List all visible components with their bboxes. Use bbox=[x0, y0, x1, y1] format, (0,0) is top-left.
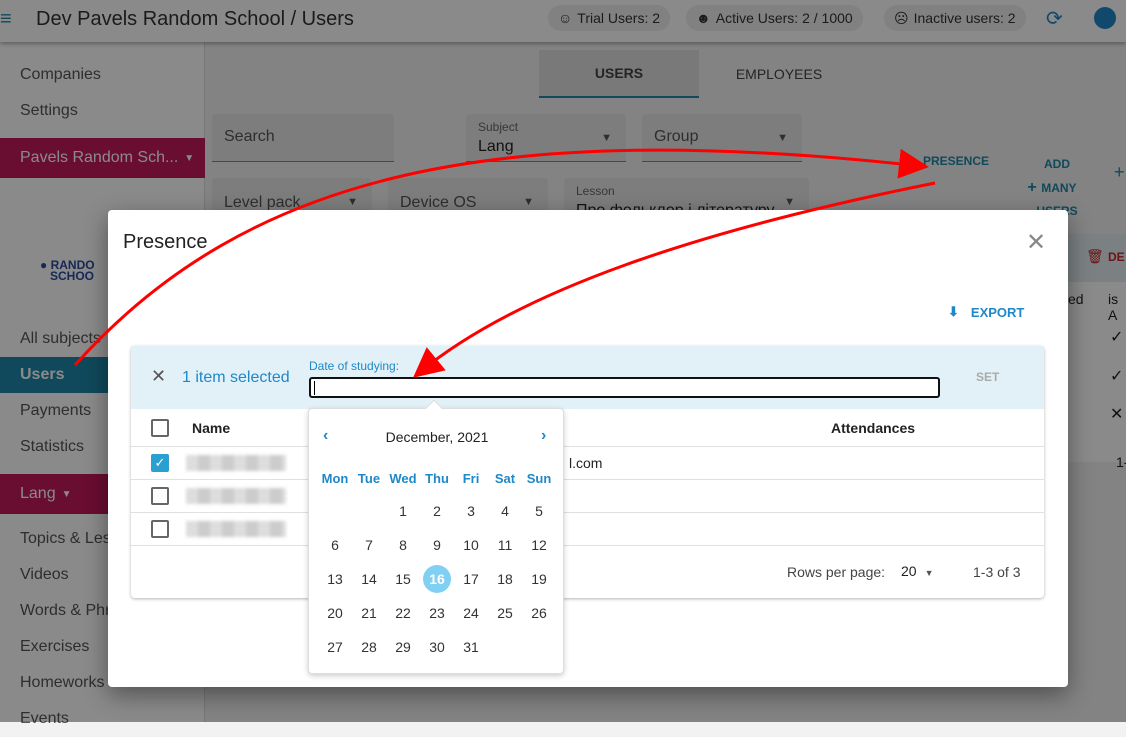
next-month-icon[interactable]: › bbox=[541, 427, 546, 445]
weekday-label: Wed bbox=[389, 471, 417, 486]
calendar-day[interactable]: 13 bbox=[321, 565, 349, 593]
table-row[interactable]: ✓ l.com bbox=[131, 446, 1044, 479]
selected-count: 1 item selected bbox=[182, 369, 290, 386]
date-label: Date of studying: bbox=[309, 359, 400, 373]
caret-down-icon: ▼ bbox=[924, 568, 934, 578]
calendar-day[interactable]: 24 bbox=[457, 599, 485, 627]
pagination-range: 1-3 of 3 bbox=[973, 564, 1021, 580]
calendar-day[interactable]: 20 bbox=[321, 599, 349, 627]
calendar-day[interactable]: 28 bbox=[355, 633, 383, 661]
calendar-day[interactable]: 8 bbox=[389, 531, 417, 559]
table-row[interactable] bbox=[131, 512, 1044, 545]
calendar-day[interactable]: 22 bbox=[389, 599, 417, 627]
calendar-day[interactable]: 7 bbox=[355, 531, 383, 559]
weekday-label: Fri bbox=[462, 471, 480, 486]
calendar-day[interactable]: 4 bbox=[491, 497, 519, 525]
calendar-day[interactable]: 12 bbox=[525, 531, 553, 559]
presence-dialog: Presence ✕ ⬇ EXPORT ✕ 1 item selected Dat… bbox=[108, 210, 1068, 687]
weekday-label: Mon bbox=[321, 471, 349, 486]
calendar-day[interactable]: 26 bbox=[525, 599, 553, 627]
calendar-day[interactable]: 5 bbox=[525, 497, 553, 525]
column-name: Name bbox=[192, 420, 231, 436]
download-icon: ⬇ bbox=[948, 304, 959, 319]
calendar-day[interactable]: 18 bbox=[491, 565, 519, 593]
weekday-label: Thu bbox=[425, 471, 449, 486]
table-row[interactable] bbox=[131, 479, 1044, 512]
set-button[interactable]: SET bbox=[976, 370, 999, 384]
column-attendances: Attendances bbox=[831, 420, 916, 436]
selection-toolbar: ✕ 1 item selected Date of studying: SET bbox=[131, 346, 1044, 409]
users-table-card: ✕ 1 item selected Date of studying: SET … bbox=[131, 346, 1044, 598]
calendar-day[interactable]: 15 bbox=[389, 565, 417, 593]
date-value bbox=[314, 381, 315, 395]
calendar-day[interactable]: 11 bbox=[491, 531, 519, 559]
calendar-day[interactable]: 10 bbox=[457, 531, 485, 559]
table-footer: Rows per page: 20 ▼ 1-3 of 3 bbox=[131, 545, 1044, 598]
row-checkbox[interactable] bbox=[151, 487, 169, 505]
table-header: Name Attendances bbox=[131, 409, 1044, 446]
weekday-label: Tue bbox=[357, 471, 381, 486]
blurred-name bbox=[186, 521, 286, 537]
calendar-day[interactable]: 31 bbox=[457, 633, 485, 661]
calendar-day[interactable]: 9 bbox=[423, 531, 451, 559]
calendar-day[interactable]: 1 bbox=[389, 497, 417, 525]
calendar-day[interactable]: 14 bbox=[355, 565, 383, 593]
month-label: December, 2021 bbox=[385, 429, 489, 445]
calendar-day[interactable]: 23 bbox=[423, 599, 451, 627]
row-checkbox[interactable] bbox=[151, 520, 169, 538]
calendar-day[interactable]: 25 bbox=[491, 599, 519, 627]
calendar-day[interactable]: 21 bbox=[355, 599, 383, 627]
calendar-day[interactable]: 6 bbox=[321, 531, 349, 559]
clear-selection-icon[interactable]: ✕ bbox=[151, 366, 166, 387]
weekday-label: Sun bbox=[526, 471, 552, 486]
select-all-checkbox[interactable] bbox=[151, 419, 169, 437]
calendar-day[interactable]: 17 bbox=[457, 565, 485, 593]
calendar-day[interactable]: 3 bbox=[457, 497, 485, 525]
calendar-day[interactable]: 29 bbox=[389, 633, 417, 661]
blurred-name bbox=[186, 455, 286, 471]
date-picker: ‹ December, 2021 › Mon Tue Wed Thu Fri Sat Sun… bbox=[308, 399, 564, 674]
blurred-name bbox=[186, 488, 286, 504]
export-button[interactable]: ⬇ EXPORT bbox=[948, 304, 1024, 320]
calendar-day[interactable]: 27 bbox=[321, 633, 349, 661]
close-icon[interactable]: ✕ bbox=[1026, 228, 1046, 257]
rows-per-page-value: 20 bbox=[901, 563, 917, 579]
calendar-day[interactable]: 2 bbox=[423, 497, 451, 525]
row-checkbox[interactable]: ✓ bbox=[151, 454, 169, 472]
export-label: EXPORT bbox=[970, 304, 1025, 320]
weekday-label: Sat bbox=[494, 471, 516, 486]
rows-per-page-label: Rows per page: bbox=[787, 564, 886, 580]
calendar-day-selected[interactable]: 16 bbox=[423, 565, 451, 593]
calendar-day[interactable]: 19 bbox=[525, 565, 553, 593]
dialog-title: Presence bbox=[123, 231, 208, 253]
date-of-studying-input[interactable] bbox=[309, 377, 940, 398]
email-partial: l.com bbox=[569, 455, 603, 471]
rows-per-page-select[interactable]: 20 ▼ bbox=[901, 563, 934, 579]
calendar-day[interactable]: 30 bbox=[423, 633, 451, 661]
